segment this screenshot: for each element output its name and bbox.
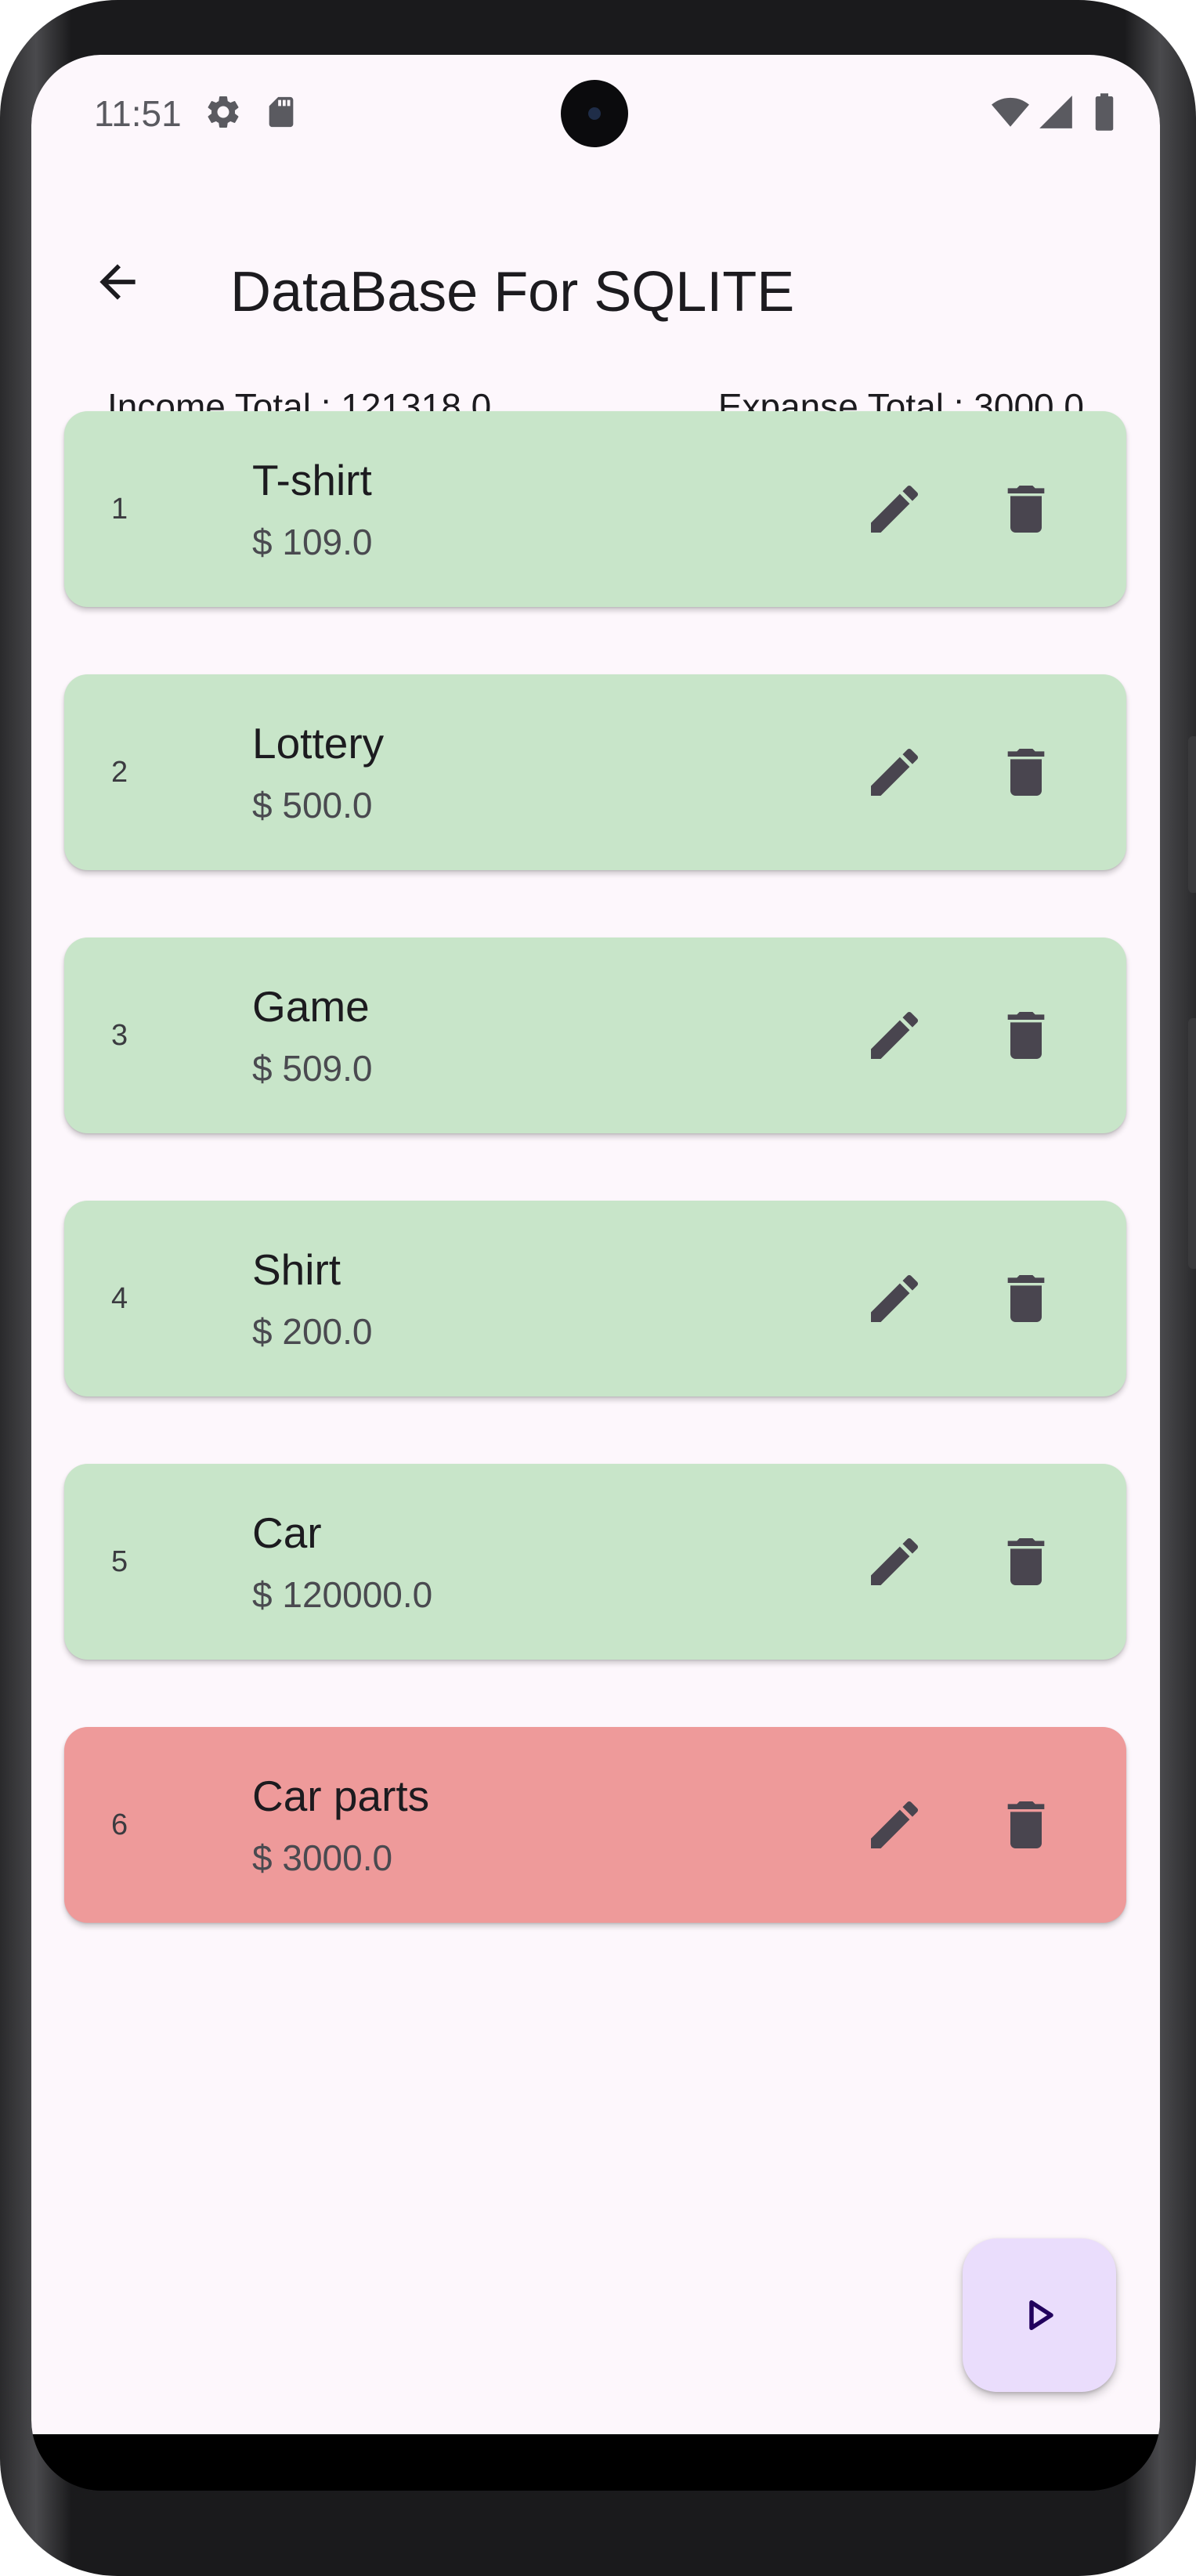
cellular-signal-icon	[1039, 96, 1072, 128]
wifi-icon	[992, 97, 1029, 127]
delete-button[interactable]	[979, 725, 1073, 819]
transaction-amount: $ 3000.0	[252, 1837, 393, 1878]
app-screen: 11:51 DataBase For SQLITE Income Total:…	[31, 55, 1160, 2434]
edit-button[interactable]	[847, 1515, 941, 1609]
sd-card-icon	[269, 96, 294, 128]
phone-frame: 11:51 DataBase For SQLITE Income Total:…	[0, 0, 1196, 2576]
transaction-index: 2	[111, 756, 128, 789]
edit-pencil-icon	[871, 748, 919, 796]
status-time: 11:51	[94, 93, 182, 134]
edit-pencil-icon	[871, 1801, 919, 1848]
transaction-index: 3	[111, 1019, 128, 1052]
transaction-card[interactable]: 2 Lottery $ 500.0	[64, 674, 1126, 870]
back-button[interactable]	[78, 243, 157, 321]
transaction-name: Car parts	[252, 1772, 430, 1820]
screen: 11:51 DataBase For SQLITE Income Total:…	[31, 55, 1160, 2491]
delete-trash-icon	[1007, 1538, 1045, 1585]
transaction-card[interactable]: 5 Car $ 120000.0	[64, 1464, 1126, 1660]
delete-trash-icon	[1007, 1275, 1045, 1322]
edit-pencil-icon	[871, 1011, 919, 1059]
transaction-amount: $ 509.0	[252, 1048, 373, 1089]
transaction-index: 1	[111, 493, 128, 526]
edit-pencil-icon	[871, 485, 919, 533]
transaction-amount: $ 500.0	[252, 785, 373, 826]
transaction-name: Car	[252, 1508, 322, 1557]
edit-button[interactable]	[847, 988, 941, 1082]
transaction-name: Game	[252, 982, 370, 1031]
delete-trash-icon	[1007, 1012, 1045, 1059]
delete-button[interactable]	[979, 988, 1073, 1082]
arrow-back-icon	[99, 264, 135, 300]
delete-button[interactable]	[979, 462, 1073, 556]
play-fab-button[interactable]	[963, 2238, 1116, 2392]
transaction-name: T-shirt	[252, 456, 372, 504]
transaction-index: 5	[111, 1545, 128, 1578]
delete-button[interactable]	[979, 1252, 1073, 1346]
transaction-card[interactable]: 4 Shirt $ 200.0	[64, 1201, 1126, 1396]
edit-button[interactable]	[847, 1252, 941, 1346]
power-button	[1188, 736, 1196, 893]
delete-trash-icon	[1007, 749, 1045, 796]
edit-button[interactable]	[847, 1778, 941, 1872]
edit-pencil-icon	[871, 1537, 919, 1585]
edit-button[interactable]	[847, 725, 941, 819]
transaction-name: Lottery	[252, 719, 385, 768]
play-arrow-icon	[1029, 2300, 1053, 2330]
edit-button[interactable]	[847, 462, 941, 556]
transaction-card[interactable]: 6 Car parts $ 3000.0	[64, 1727, 1126, 1923]
front-camera	[561, 80, 628, 147]
transaction-card[interactable]: 3 Game $ 509.0	[64, 938, 1126, 1133]
page-title: DataBase For SQLITE	[230, 261, 795, 323]
transaction-card[interactable]: 1 T-shirt $ 109.0	[64, 411, 1126, 607]
transaction-name: Shirt	[252, 1245, 341, 1294]
transaction-amount: $ 120000.0	[252, 1574, 433, 1615]
delete-button[interactable]	[979, 1778, 1073, 1872]
transaction-index: 4	[111, 1282, 128, 1315]
delete-button[interactable]	[979, 1515, 1073, 1609]
volume-button	[1188, 1018, 1196, 1269]
transaction-amount: $ 200.0	[252, 1311, 373, 1352]
settings-icon	[208, 96, 239, 128]
delete-trash-icon	[1007, 486, 1045, 533]
transaction-index: 6	[111, 1808, 128, 1841]
transaction-amount: $ 109.0	[252, 522, 373, 562]
navigation-bar	[31, 2434, 1160, 2491]
edit-pencil-icon	[871, 1274, 919, 1322]
battery-icon	[1095, 93, 1114, 131]
delete-trash-icon	[1007, 1801, 1045, 1848]
